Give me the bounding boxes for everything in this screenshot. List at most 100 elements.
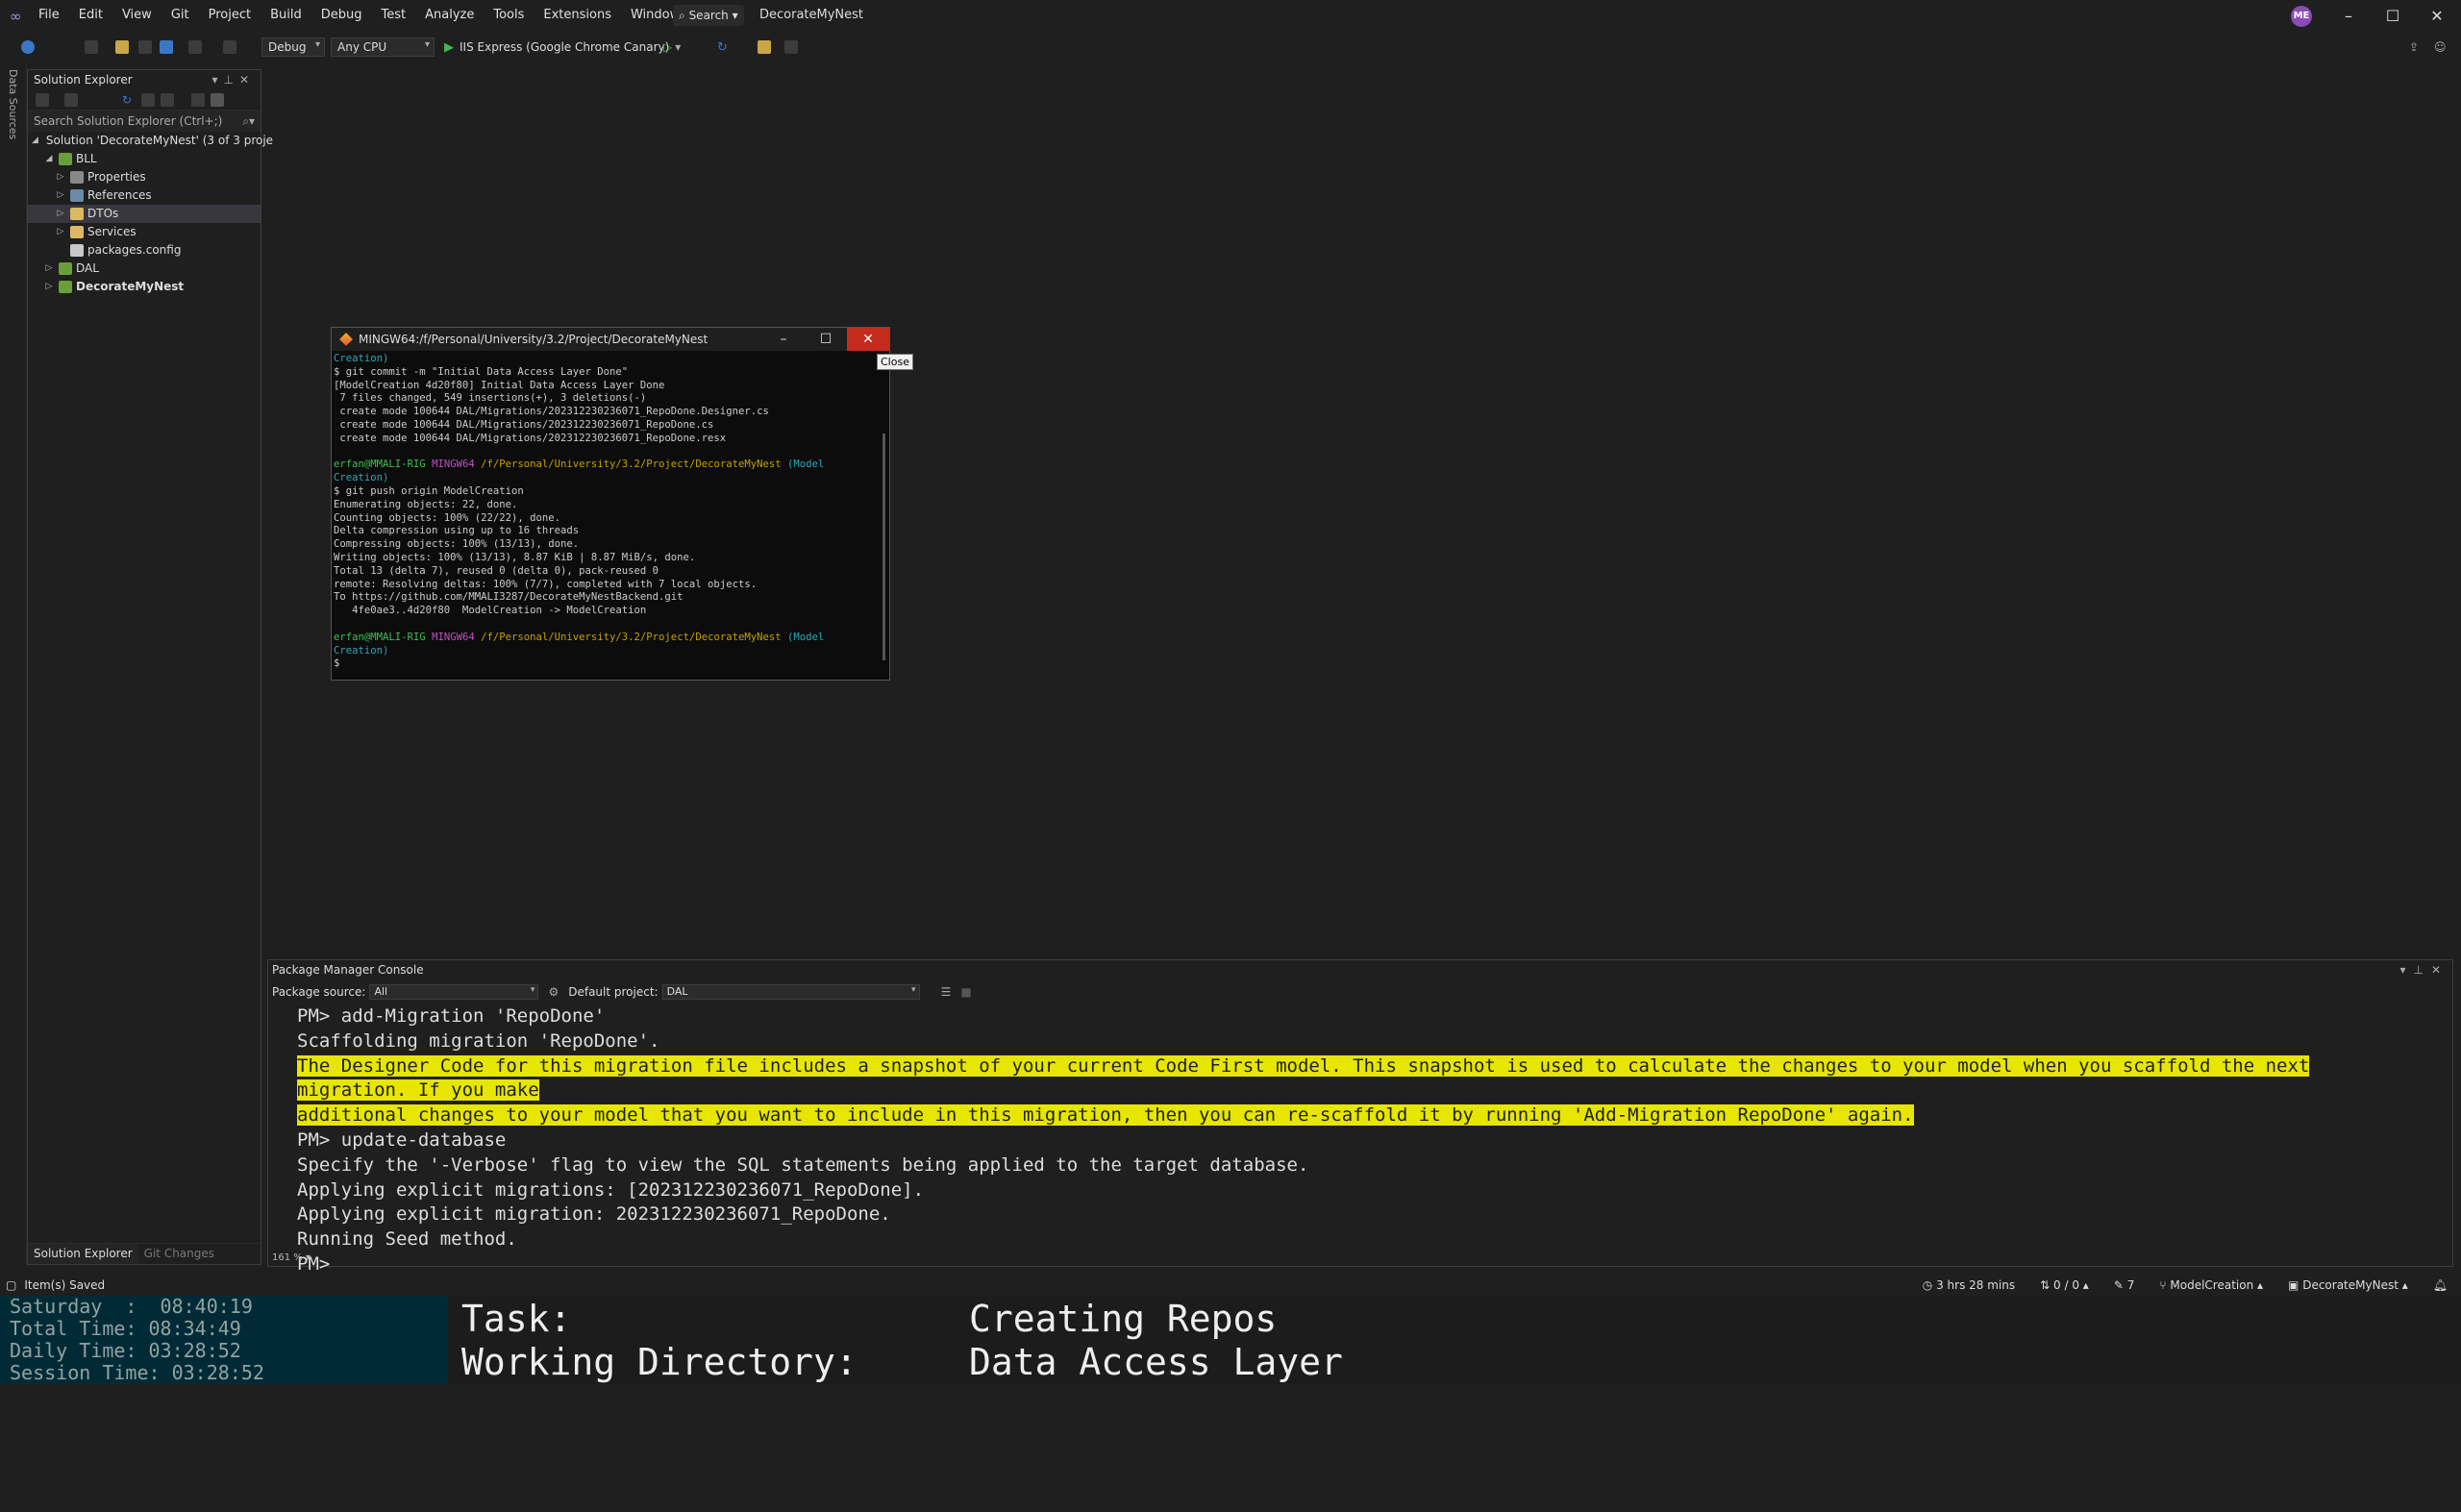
tree-item[interactable]: ▷ Properties xyxy=(28,168,261,186)
save-icon[interactable] xyxy=(138,40,152,54)
close-button[interactable]: ✕ xyxy=(847,328,889,351)
expand-chevron-icon[interactable]: ◢ xyxy=(43,150,55,168)
elapsed-time[interactable]: ◷ 3 hrs 28 mins xyxy=(1923,1278,2015,1292)
layout-icon[interactable] xyxy=(784,40,798,54)
menu-view[interactable]: View xyxy=(122,7,152,26)
pin-icon[interactable]: ⊥ xyxy=(223,73,238,87)
notifications-icon[interactable]: 🔔︎ xyxy=(2433,1278,2448,1292)
menu-edit[interactable]: Edit xyxy=(79,7,103,26)
minimize-icon[interactable]: – xyxy=(2336,6,2361,27)
menu-project[interactable]: Project xyxy=(209,7,251,26)
clear-console-icon[interactable]: ☰ xyxy=(941,985,952,999)
history-icon[interactable] xyxy=(64,93,78,107)
tree-item[interactable]: ▷ DAL xyxy=(28,260,261,278)
maximize-icon[interactable]: ☐ xyxy=(805,328,847,351)
expand-chevron-icon[interactable]: ▷ xyxy=(43,260,55,278)
repo-icon: ▣ xyxy=(2288,1278,2299,1292)
open-icon[interactable] xyxy=(115,40,129,54)
menu-build[interactable]: Build xyxy=(270,7,302,26)
menu-tools[interactable]: Tools xyxy=(493,7,524,26)
expand-chevron-icon[interactable]: ◢ xyxy=(32,132,38,150)
stop-icon[interactable]: ■ xyxy=(960,985,971,999)
tree-item[interactable]: ▷ DecorateMyNest xyxy=(28,278,261,296)
expand-chevron-icon[interactable]: ▷ xyxy=(55,168,66,186)
expand-chevron-icon[interactable]: ▷ xyxy=(55,205,66,223)
platform-select[interactable]: Any CPU ▾ xyxy=(331,37,435,57)
preview-icon[interactable] xyxy=(211,93,224,107)
pending-edits[interactable]: ✎ 7 xyxy=(2114,1278,2135,1292)
tab-solution-explorer[interactable]: Solution Explorer xyxy=(28,1244,138,1264)
sync-icon[interactable] xyxy=(36,93,49,107)
zoom-level[interactable]: 161 % ▾ xyxy=(268,1252,314,1266)
new-project-icon[interactable] xyxy=(85,40,98,54)
terminal-line: Total 13 (delta 7), reused 0 (delta 0), … xyxy=(334,565,887,579)
tree-item[interactable]: ◢ Solution 'DecorateMyNest' (3 of 3 proje xyxy=(28,132,273,150)
solution-search-input[interactable]: Search Solution Explorer (Ctrl+;) ⌕▾ xyxy=(28,111,261,132)
collapse-all-icon[interactable] xyxy=(141,93,155,107)
menu-file[interactable]: File xyxy=(38,7,60,26)
browser-link-icon[interactable] xyxy=(758,40,771,54)
menu-git[interactable]: Git xyxy=(171,7,189,26)
menu-debug[interactable]: Debug xyxy=(321,7,362,26)
pin-icon[interactable]: ⊥ xyxy=(2413,963,2430,977)
show-all-files-icon[interactable] xyxy=(161,93,174,107)
search-button[interactable]: ⌕ Search ▾ xyxy=(673,5,744,26)
branch-selector[interactable]: ⑂ ModelCreation ▴ xyxy=(2159,1278,2263,1292)
run-button[interactable]: ▶ IIS Express (Google Chrome Canary) ▾ xyxy=(440,37,684,57)
back-icon[interactable] xyxy=(21,40,35,54)
tree-item[interactable]: ▷ References xyxy=(28,186,261,205)
share-icon[interactable]: ⇪ xyxy=(2409,40,2423,54)
expand-chevron-icon[interactable]: ▷ xyxy=(55,223,66,241)
dropdown-icon[interactable]: ▾ xyxy=(2399,963,2413,977)
pmc-output[interactable]: PM> add-Migration 'RepoDone' Scaffolding … xyxy=(297,1004,2414,1277)
tree-item[interactable]: ▷ Services xyxy=(28,223,261,241)
feedback-icon[interactable]: ☺ xyxy=(2434,40,2448,54)
refresh-icon[interactable]: ↻ xyxy=(717,40,731,55)
expand-chevron-icon[interactable]: ▷ xyxy=(55,186,66,205)
undo-icon[interactable] xyxy=(188,40,202,54)
data-sources-tab[interactable]: Data Sources xyxy=(7,69,19,139)
expand-chevron-icon[interactable]: ▷ xyxy=(43,278,55,296)
close-window-icon[interactable]: ✕ xyxy=(2424,6,2449,27)
console-line: additional changes to your model that yo… xyxy=(297,1103,2414,1128)
menu-extensions[interactable]: Extensions xyxy=(543,7,611,26)
cs-icon xyxy=(59,262,72,275)
console-line: Scaffolding migration 'RepoDone'. xyxy=(297,1029,2414,1054)
close-icon[interactable]: ✕ xyxy=(239,73,255,87)
console-text: Running Seed method. xyxy=(297,1228,517,1251)
tree-item[interactable]: ◢ BLL xyxy=(28,150,261,168)
menu-test[interactable]: Test xyxy=(382,7,407,26)
avatar[interactable]: ME xyxy=(2291,6,2312,27)
terminal-scrollbar[interactable] xyxy=(882,434,885,660)
tab-git-changes[interactable]: Git Changes xyxy=(138,1244,220,1264)
configuration-select[interactable]: Debug ▾ xyxy=(261,37,325,57)
default-project-select[interactable]: DAL ▾ xyxy=(661,984,920,1000)
dropdown-icon[interactable]: ▾ xyxy=(211,73,223,87)
terminal-text: (Model xyxy=(787,459,825,471)
close-icon[interactable]: ✕ xyxy=(2431,963,2449,977)
package-source-select[interactable]: All ▾ xyxy=(369,984,539,1000)
tree-item[interactable]: packages.config xyxy=(28,241,261,260)
refresh-icon[interactable]: ↻ xyxy=(122,93,136,107)
menu-analyze[interactable]: Analyze xyxy=(425,7,474,26)
sync-status[interactable]: ⇅ 0 / 0 ▴ xyxy=(2040,1278,2089,1292)
terminal-text: Total 13 (delta 7), reused 0 (delta 0), … xyxy=(334,564,659,577)
maximize-icon[interactable]: ☐ xyxy=(2380,6,2405,27)
properties-icon[interactable] xyxy=(191,93,205,107)
minimize-icon[interactable]: – xyxy=(762,328,805,351)
solution-name: DecorateMyNest xyxy=(759,8,864,22)
terminal-output[interactable]: Creation) $ git commit -m "Initial Data A… xyxy=(332,351,889,682)
terminal-line: erfan@MMALI-RIG MINGW64 /f/Personal/Univ… xyxy=(334,632,887,645)
terminal-text: (Model xyxy=(787,631,825,643)
settings-gear-icon[interactable]: ⚙ xyxy=(548,985,559,999)
terminal-title-bar[interactable]: MINGW64:/f/Personal/University/3.2/Proje… xyxy=(332,328,889,351)
start-without-debug-icon[interactable]: ▷ xyxy=(663,40,677,54)
repository-selector[interactable]: ▣ DecorateMyNest ▴ xyxy=(2288,1278,2408,1292)
tree-item[interactable]: ▷ DTOs xyxy=(28,205,261,223)
save-all-icon[interactable] xyxy=(160,40,173,54)
redo-icon[interactable] xyxy=(223,40,236,54)
terminal-line: $ git push origin ModelCreation xyxy=(334,485,887,499)
terminal-text: MINGW64 xyxy=(432,631,482,643)
